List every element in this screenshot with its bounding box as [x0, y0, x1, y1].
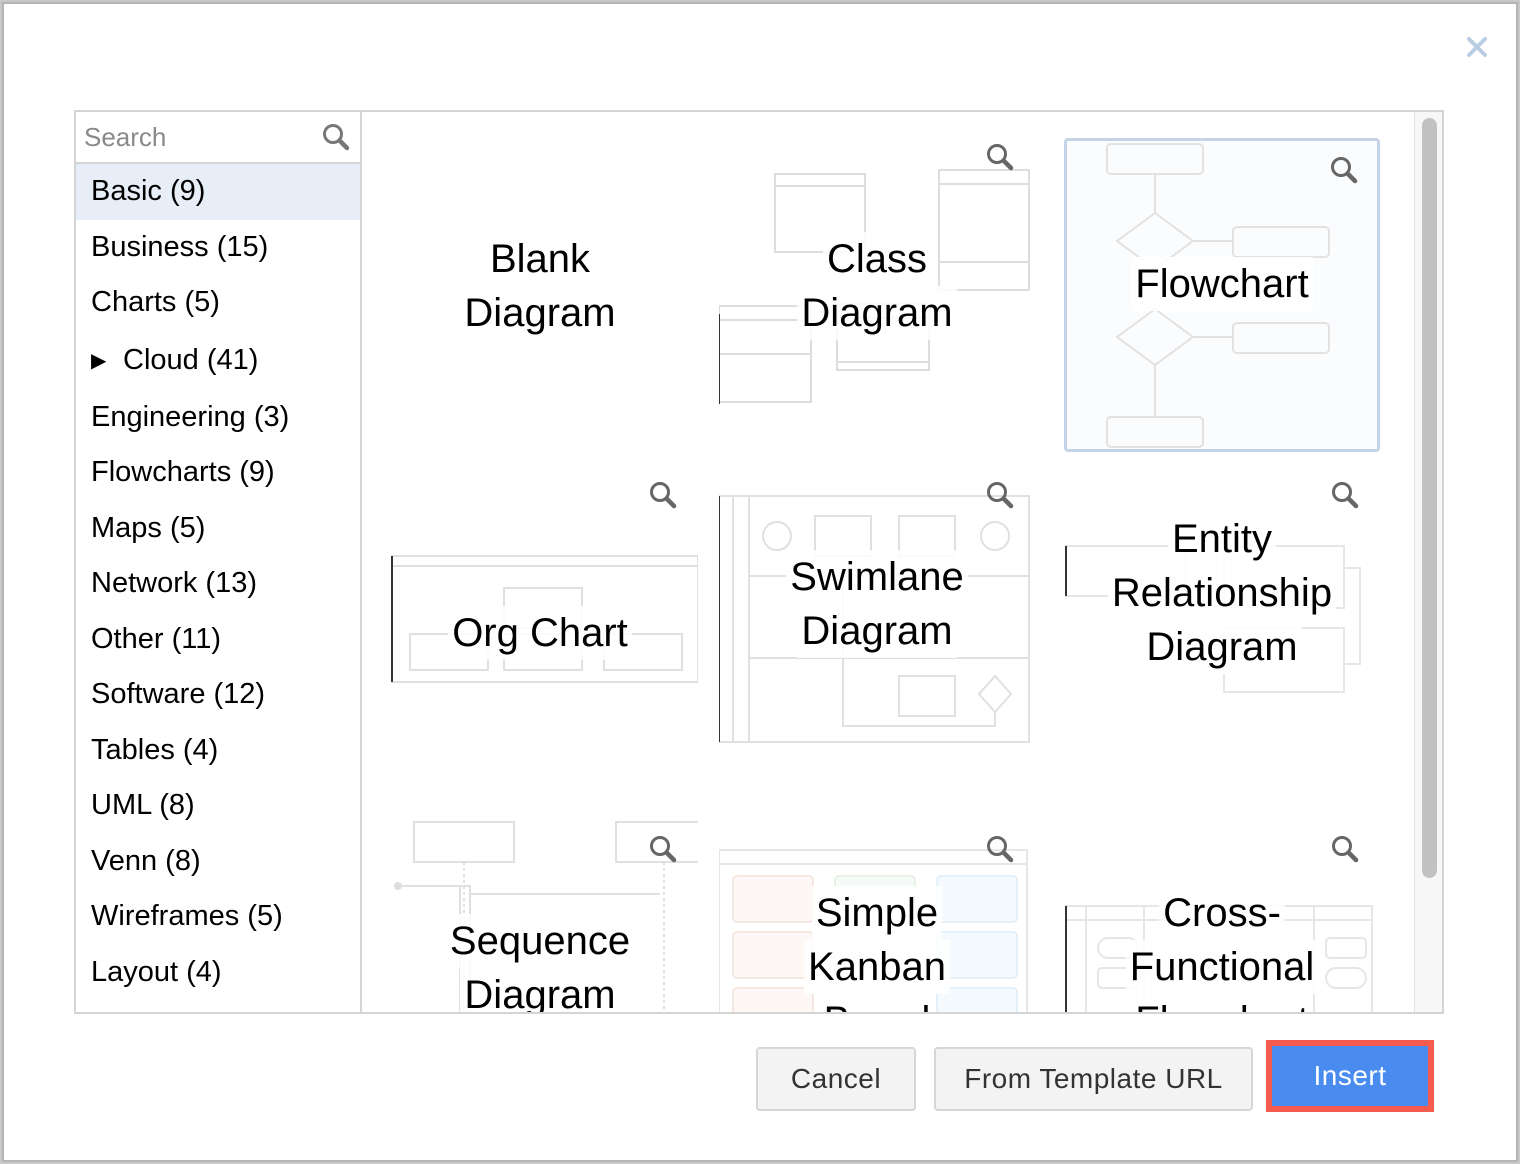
template-class-diagram[interactable]: Class Diagram	[719, 134, 1035, 450]
insert-button[interactable]: Insert	[1266, 1040, 1434, 1112]
template-title: Blank Diagram	[464, 237, 616, 335]
template-panel: Basic (9) Business (15) Charts (5) ▶Clou…	[74, 110, 1444, 1014]
preview-zoom-icon[interactable]	[648, 480, 678, 510]
category-tables[interactable]: Tables (4)	[76, 723, 360, 779]
template-scrollbar[interactable]	[1414, 112, 1442, 1012]
template-title: Simple Kanban Board	[719, 886, 1035, 1012]
new-diagram-dialog: Basic (9) Business (15) Charts (5) ▶Clou…	[2, 2, 1518, 1162]
category-venn[interactable]: Venn (8)	[76, 834, 360, 890]
preview-zoom-icon[interactable]	[985, 834, 1015, 864]
template-flowchart[interactable]: Flowchart	[1064, 138, 1380, 452]
category-sidebar: Basic (9) Business (15) Charts (5) ▶Clou…	[76, 112, 362, 1012]
preview-zoom-icon[interactable]	[1330, 480, 1360, 510]
category-uml[interactable]: UML (8)	[76, 778, 360, 834]
category-business[interactable]: Business (15)	[76, 220, 360, 276]
search-icon[interactable]	[321, 122, 351, 152]
category-basic[interactable]: Basic (9)	[76, 164, 360, 220]
cancel-button[interactable]: Cancel	[756, 1047, 916, 1111]
category-software[interactable]: Software (12)	[76, 667, 360, 723]
category-other[interactable]: Other (11)	[76, 612, 360, 668]
category-flowcharts[interactable]: Flowcharts (9)	[76, 445, 360, 501]
template-sequence-diagram[interactable]: Sequence Diagram	[382, 810, 698, 1012]
template-simple-kanban-board[interactable]: Simple Kanban Board	[719, 810, 1035, 1012]
category-engineering[interactable]: Engineering (3)	[76, 390, 360, 446]
category-network[interactable]: Network (13)	[76, 556, 360, 612]
category-maps[interactable]: Maps (5)	[76, 501, 360, 557]
template-title: Cross- Functional Flowchart	[1064, 886, 1380, 1012]
category-wireframes[interactable]: Wireframes (5)	[76, 889, 360, 945]
template-title: Sequence Diagram	[382, 914, 698, 1012]
category-layout[interactable]: Layout (4)	[76, 945, 360, 1001]
template-blank-diagram[interactable]: Blank Diagram	[382, 134, 698, 450]
template-entity-relationship-diagram[interactable]: Entity Relationship Diagram	[1064, 472, 1380, 788]
template-cross-functional-flowchart[interactable]: Cross- Functional Flowchart	[1064, 810, 1380, 1012]
template-title: Class Diagram	[719, 232, 1035, 340]
category-cloud-label: Cloud (41)	[123, 343, 259, 376]
template-title: Swimlane Diagram	[719, 550, 1035, 658]
close-icon[interactable]	[1464, 34, 1490, 60]
template-title: Entity Relationship Diagram	[1064, 512, 1380, 674]
template-swimlane-diagram[interactable]: Swimlane Diagram	[719, 472, 1035, 788]
category-charts[interactable]: Charts (5)	[76, 275, 360, 331]
category-cloud[interactable]: ▶ Cloud (41)	[76, 331, 360, 390]
expand-triangle-icon[interactable]: ▶	[91, 332, 123, 391]
template-title: Org Chart	[382, 606, 698, 660]
search-input[interactable]	[76, 112, 316, 162]
scrollbar-thumb[interactable]	[1422, 118, 1437, 878]
preview-zoom-icon[interactable]	[985, 480, 1015, 510]
template-grid: Blank Diagram Class Diagram Flowchart Or…	[364, 112, 1414, 1012]
template-org-chart[interactable]: Org Chart	[382, 472, 698, 788]
preview-zoom-icon[interactable]	[648, 834, 678, 864]
preview-zoom-icon[interactable]	[985, 142, 1015, 172]
category-list: Basic (9) Business (15) Charts (5) ▶ Clou…	[76, 164, 360, 1000]
search-box	[76, 112, 360, 164]
template-title: Flowchart	[1067, 257, 1377, 311]
from-template-url-button[interactable]: From Template URL	[934, 1047, 1253, 1111]
preview-zoom-icon[interactable]	[1329, 155, 1359, 185]
preview-zoom-icon[interactable]	[1330, 834, 1360, 864]
